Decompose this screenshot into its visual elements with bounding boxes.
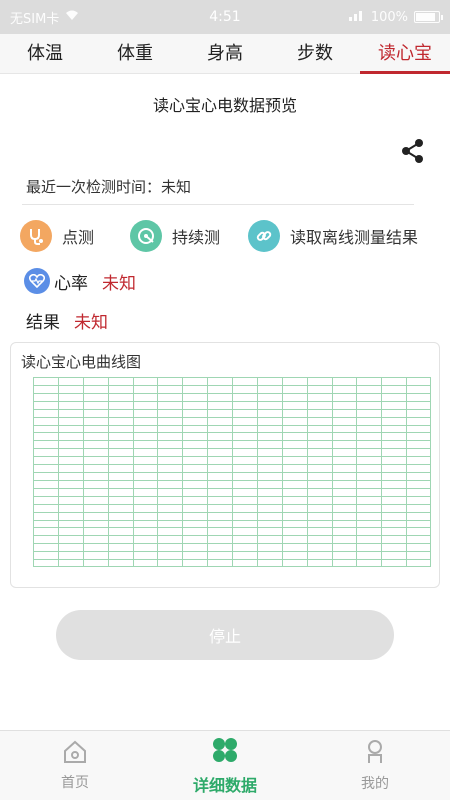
nav-home[interactable]: 首页 bbox=[15, 740, 135, 792]
tab-height[interactable]: 身高 bbox=[180, 34, 270, 74]
status-bar: 无SIM卡 4:51 100% bbox=[0, 0, 450, 34]
heart-rate-row: 心率 未知 bbox=[24, 266, 136, 296]
top-tabs: 体温 体重 身高 步数 读心宝 bbox=[0, 34, 450, 74]
result-value: 未知 bbox=[74, 312, 108, 333]
nav-mine[interactable]: 我的 bbox=[315, 739, 435, 793]
status-left: 无SIM卡 bbox=[10, 8, 79, 27]
offline-result-label: 读取离线测量结果 bbox=[290, 228, 419, 247]
heart-icon bbox=[24, 268, 50, 294]
spot-measure-button[interactable]: 点测 bbox=[20, 218, 94, 254]
battery-text: 100% bbox=[370, 9, 408, 25]
stethoscope-icon bbox=[20, 220, 52, 252]
action-row: 点测 持续测 读取离线测量结果 bbox=[20, 218, 440, 254]
continuous-measure-label: 持续测 bbox=[172, 228, 221, 247]
ecg-grid bbox=[33, 377, 431, 567]
tab-duxinbao[interactable]: 读心宝 bbox=[360, 34, 450, 74]
signal-icon bbox=[348, 9, 365, 25]
profile-icon bbox=[363, 739, 387, 769]
clover-icon bbox=[211, 736, 239, 768]
heart-rate-label: 心率 bbox=[54, 273, 88, 294]
result-label: 结果 bbox=[26, 312, 60, 333]
home-icon bbox=[62, 740, 88, 768]
nav-details[interactable]: 详细数据 bbox=[165, 736, 285, 796]
last-detect-time: 最近一次检测时间：未知 bbox=[26, 178, 192, 196]
bottom-nav: 首页 详细数据 我的 bbox=[0, 730, 450, 800]
share-icon[interactable] bbox=[400, 138, 426, 164]
offline-result-button[interactable]: 读取离线测量结果 bbox=[248, 218, 418, 254]
ecg-card: 读心宝心电曲线图 bbox=[10, 342, 440, 588]
nav-mine-label: 我的 bbox=[361, 775, 389, 792]
status-right: 100% bbox=[348, 9, 443, 25]
wifi-icon bbox=[65, 9, 79, 25]
result-row: 结果 未知 bbox=[26, 306, 108, 334]
page-title: 读心宝心电数据预览 bbox=[152, 96, 297, 115]
continuous-icon bbox=[130, 220, 162, 252]
continuous-measure-button[interactable]: 持续测 bbox=[130, 218, 220, 254]
tab-weight[interactable]: 体重 bbox=[90, 34, 180, 74]
heart-rate-value: 未知 bbox=[102, 273, 136, 294]
tab-temperature[interactable]: 体温 bbox=[0, 34, 90, 74]
tab-steps[interactable]: 步数 bbox=[270, 34, 360, 74]
nav-details-label: 详细数据 bbox=[192, 775, 257, 795]
nav-home-label: 首页 bbox=[61, 774, 89, 791]
ecg-title: 读心宝心电曲线图 bbox=[21, 353, 142, 371]
divider bbox=[22, 204, 414, 205]
link-icon bbox=[248, 220, 280, 252]
spot-measure-label: 点测 bbox=[62, 228, 95, 247]
stop-button[interactable]: 停止 bbox=[56, 610, 394, 660]
battery-icon bbox=[414, 11, 443, 23]
carrier-text: 无SIM卡 bbox=[10, 11, 60, 27]
